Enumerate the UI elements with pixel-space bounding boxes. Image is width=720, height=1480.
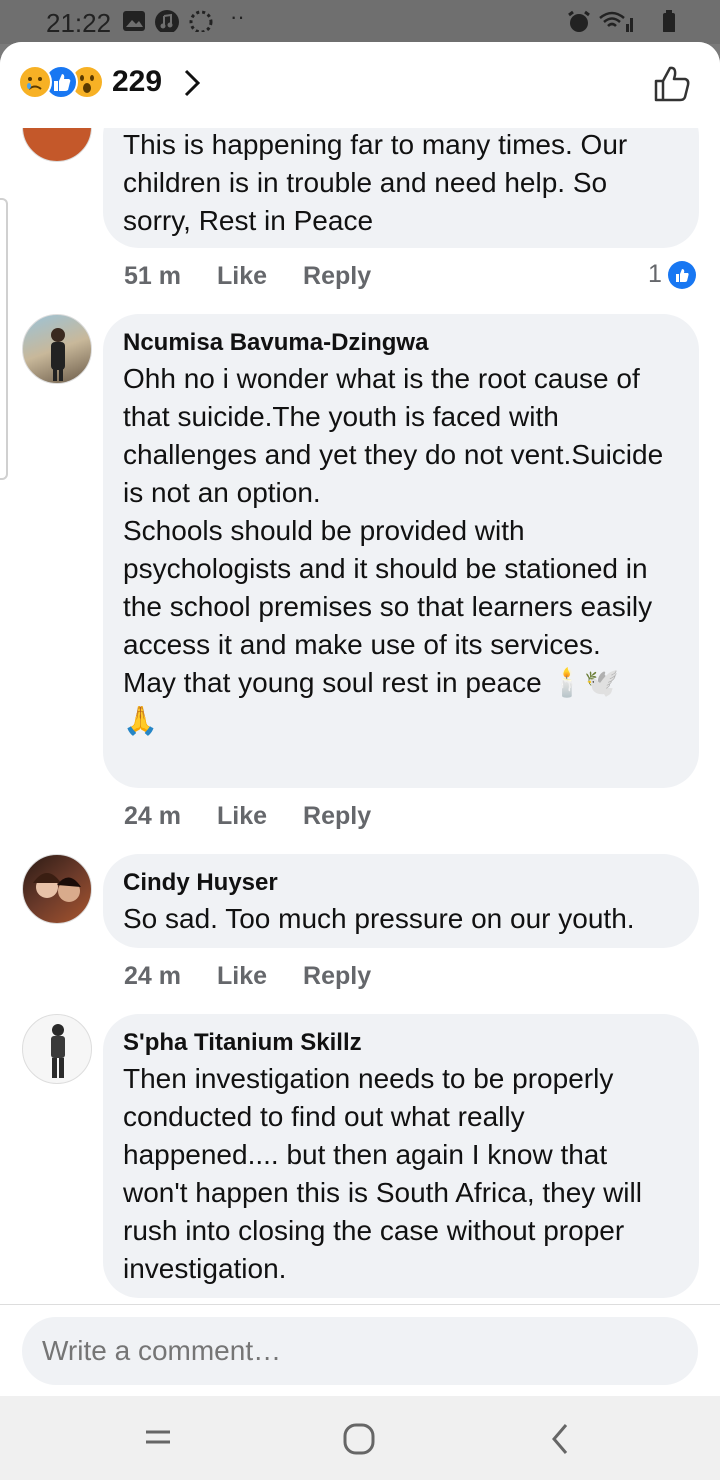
comment-composer-bar (0, 1304, 720, 1396)
commenter-avatar[interactable] (22, 854, 92, 924)
comment-actions: 51 m Like Reply (124, 262, 371, 291)
scroll-indicator[interactable] (0, 198, 8, 480)
comment-author[interactable]: Ncumisa Bavuma-Dzingwa (123, 328, 679, 358)
like-post-button[interactable] (652, 64, 692, 104)
more-dots-icon: ·· (230, 4, 245, 29)
reaction-count: 229 (112, 65, 163, 98)
back-icon[interactable] (548, 1422, 572, 1456)
chevron-right-icon[interactable] (182, 68, 202, 98)
status-bar: 21:22 ·· (0, 0, 720, 44)
comment-like-badge[interactable]: 1 (648, 260, 696, 289)
comment-input[interactable] (22, 1317, 698, 1385)
reactions-header[interactable]: 229 (0, 42, 720, 128)
comment-actions: 24 m Like Reply (124, 802, 371, 831)
wifi-signal-icon (599, 11, 633, 32)
like-comment-button[interactable]: Like (217, 802, 267, 831)
reply-button[interactable]: Reply (303, 962, 371, 991)
status-time: 21:22 (46, 8, 112, 38)
sad-reaction-icon (18, 65, 52, 99)
alarm-icon (568, 10, 590, 32)
comment-text: This is happening far to many times. Our… (123, 129, 628, 236)
battery-icon (663, 10, 675, 32)
home-icon[interactable] (342, 1422, 376, 1456)
recent-apps-icon[interactable] (144, 1426, 172, 1448)
comment-text: So sad. Too much pressure on our youth. (123, 903, 635, 934)
system-nav-bar (0, 1396, 720, 1480)
reaction-summary[interactable]: 229 (18, 64, 162, 100)
reply-button[interactable]: Reply (303, 262, 371, 291)
comment-bubble: Cindy Huyser So sad. Too much pressure o… (103, 854, 699, 948)
sync-icon (189, 10, 213, 32)
comment-like-count: 1 (648, 260, 662, 288)
comment-actions: 24 m Like Reply (124, 962, 371, 991)
reply-button[interactable]: Reply (303, 802, 371, 831)
commenter-avatar[interactable] (22, 1014, 92, 1084)
comment-bubble: Ncumisa Bavuma-Dzingwa Ohh no i wonder w… (103, 314, 699, 788)
comment-bubble: S'pha Titanium Skillz Then investigation… (103, 1014, 699, 1298)
like-comment-button[interactable]: Like (217, 262, 267, 291)
comment-time[interactable]: 51 m (124, 262, 181, 291)
like-comment-button[interactable]: Like (217, 962, 267, 991)
music-icon (155, 10, 179, 32)
gallery-icon (123, 11, 145, 31)
comment-text: Then investigation needs to be properly … (123, 1063, 642, 1284)
comment-time[interactable]: 24 m (124, 962, 181, 991)
comment-author[interactable]: S'pha Titanium Skillz (123, 1028, 679, 1058)
comments-sheet: 229 This is happening far to many times.… (0, 42, 720, 1480)
commenter-avatar[interactable] (22, 314, 92, 384)
comment-text: Ohh no i wonder what is the root cause o… (123, 363, 664, 736)
comment-time[interactable]: 24 m (124, 802, 181, 831)
comment-author[interactable]: Cindy Huyser (123, 868, 679, 898)
like-badge-icon (667, 260, 696, 289)
